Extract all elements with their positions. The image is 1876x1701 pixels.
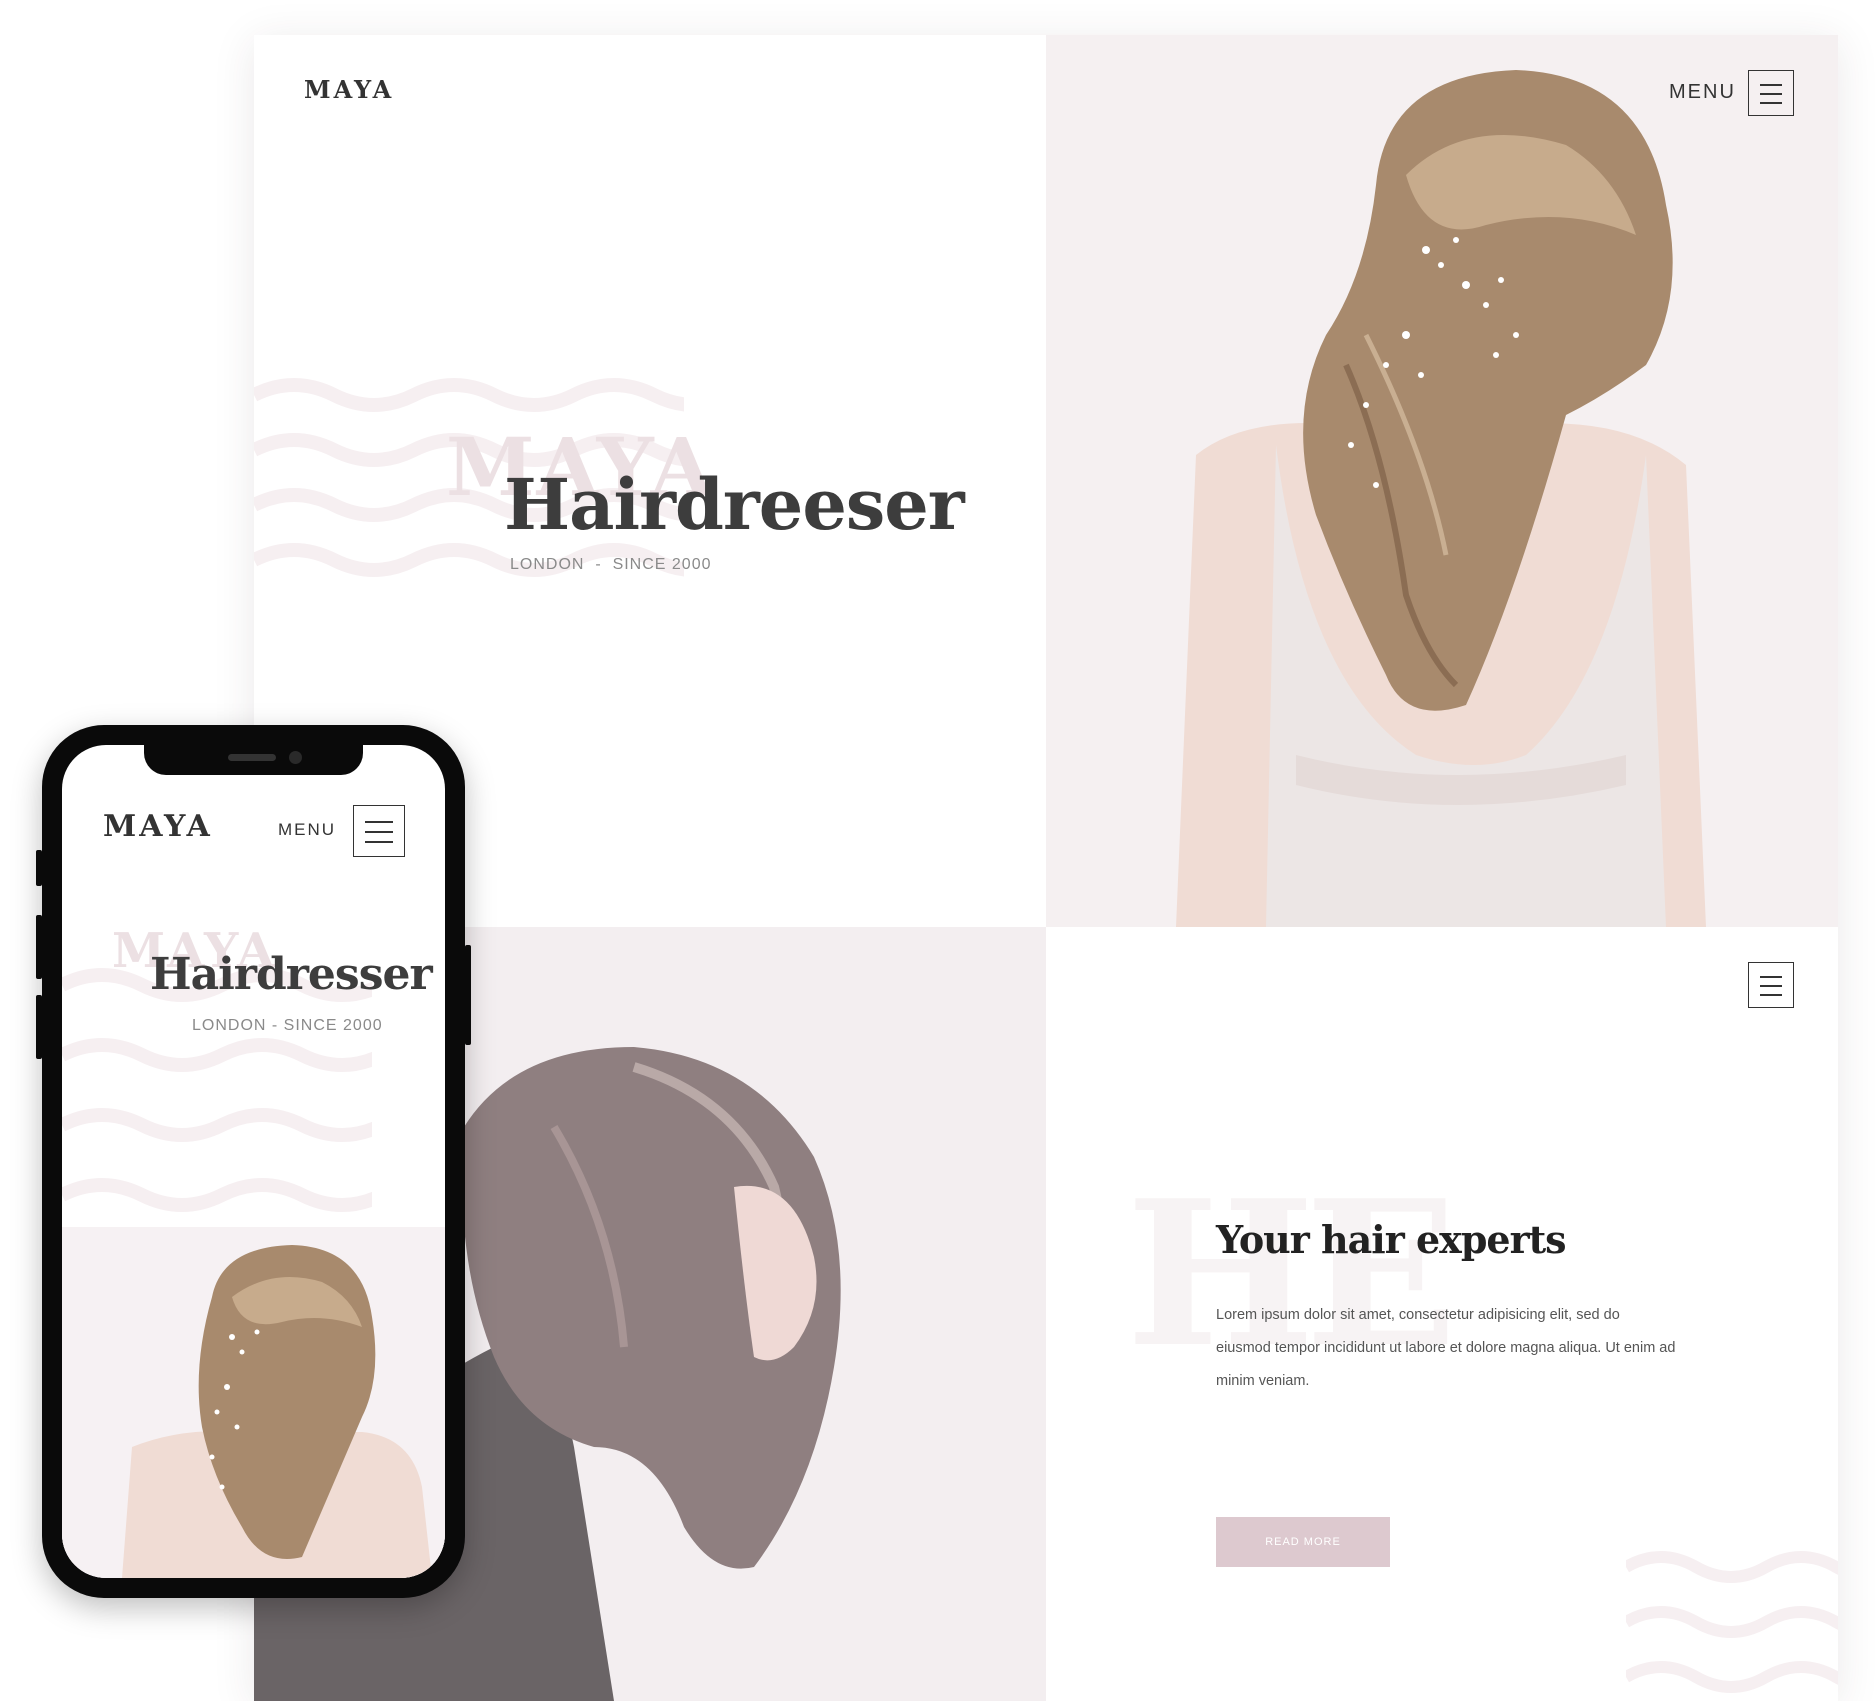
hero-subtitle: LONDON - SINCE 2000 xyxy=(510,556,712,573)
hamburger-menu-icon[interactable] xyxy=(353,805,405,857)
mobile-hero-subtitle: LONDON - SINCE 2000 xyxy=(192,1017,383,1034)
desktop-mockup: MAYA MAYA Hairdreeser LONDON - SINCE 200… xyxy=(254,35,1838,1701)
camera xyxy=(289,751,302,764)
about-body: Lorem ipsum dolor sit amet, consectetur … xyxy=(1216,1307,1676,1389)
mobile-hero-photo xyxy=(62,1227,445,1578)
phone-side-button xyxy=(465,945,471,1045)
phone-notch xyxy=(144,745,363,775)
speaker xyxy=(228,754,276,761)
mobile-menu-label[interactable]: MENU xyxy=(278,820,336,840)
mobile-hero-title: Hairdresser xyxy=(150,949,433,1000)
hero-title: Hairdreeser xyxy=(504,463,965,546)
bride-hair-photo xyxy=(1046,35,1838,927)
hamburger-menu-icon[interactable] xyxy=(1748,70,1794,116)
about-section: HE Your hair experts Lorem ipsum dolor s… xyxy=(1046,927,1838,1701)
phone-mockup: MAYA MENU MAYA Hairdresser LONDON - SINC… xyxy=(36,725,471,1598)
mobile-bride-hair-photo xyxy=(62,1227,445,1578)
hamburger-menu-icon[interactable] xyxy=(1748,962,1794,1008)
read-more-button[interactable]: READ MORE xyxy=(1216,1517,1390,1567)
phone-side-button xyxy=(36,995,42,1059)
phone-side-button xyxy=(36,850,42,886)
menu-label[interactable]: MENU xyxy=(1669,81,1736,104)
mobile-site-logo[interactable]: MAYA xyxy=(103,809,213,844)
phone-screen: MAYA MENU MAYA Hairdresser LONDON - SINC… xyxy=(62,745,445,1578)
decorative-waves xyxy=(1626,1551,1838,1693)
hero-photo-panel: MENU xyxy=(1046,35,1838,927)
site-logo[interactable]: MAYA xyxy=(304,75,394,104)
phone-side-button xyxy=(36,915,42,979)
about-title: Your hair experts xyxy=(1216,1217,1567,1262)
